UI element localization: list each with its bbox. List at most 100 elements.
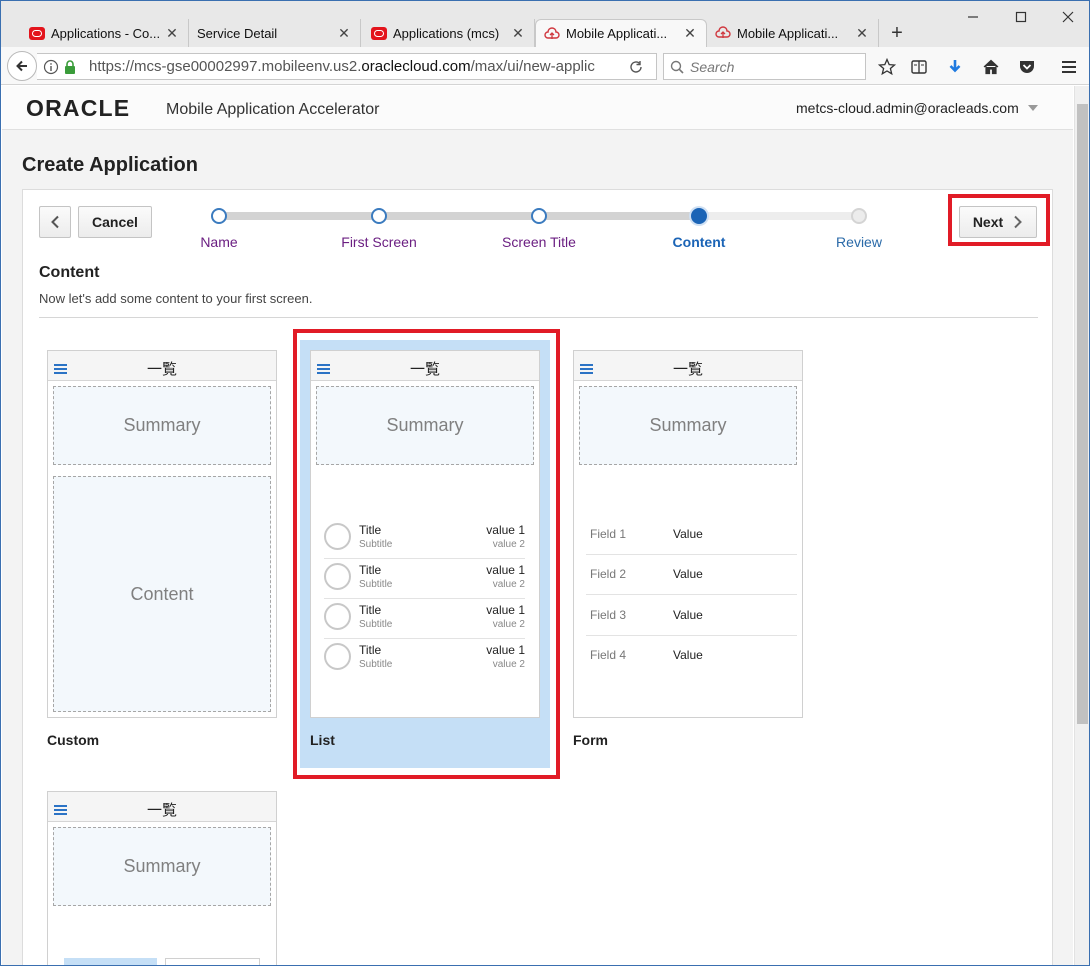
summary-placeholder: Summary <box>53 827 271 906</box>
home-icon[interactable] <box>981 57 1001 77</box>
oracle-favicon-icon <box>371 26 387 40</box>
step-content-label: Content <box>672 234 726 250</box>
lock-icon <box>65 60 75 74</box>
menu-icon[interactable] <box>1059 57 1079 77</box>
scrollbar-thumb[interactable] <box>1077 104 1088 724</box>
form-field-row: Field 2 Value <box>586 555 797 595</box>
avatar-icon <box>324 563 351 590</box>
cloud-favicon-icon <box>544 26 560 39</box>
close-tab-icon[interactable]: ✕ <box>682 25 698 42</box>
maximize-icon[interactable] <box>1009 7 1033 27</box>
close-tab-icon[interactable]: ✕ <box>336 25 352 42</box>
browser-tab-service-detail[interactable]: Service Detail ✕ <box>189 19 361 47</box>
summary-placeholder: Summary <box>53 386 271 465</box>
reading-list-icon[interactable] <box>909 57 929 77</box>
search-icon <box>670 60 684 74</box>
user-menu-caret-icon[interactable] <box>1028 105 1038 111</box>
step-name-dot[interactable] <box>211 208 227 224</box>
step-review-dot <box>851 208 867 224</box>
cancel-button[interactable]: Cancel <box>78 206 152 238</box>
content-placeholder: Content <box>53 476 271 712</box>
back-icon[interactable] <box>7 51 37 81</box>
browser-tab-mobile-app-active[interactable]: Mobile Applicati... ✕ <box>535 19 707 47</box>
progress-track-remaining <box>699 212 859 220</box>
tab-label: Mobile Applicati... <box>737 25 839 41</box>
step-name-label[interactable]: Name <box>159 234 279 250</box>
search-placeholder: Search <box>690 58 735 75</box>
tab-strip: Applications - Co... ✕ Service Detail ✕ … <box>1 1 1089 47</box>
step-content-dot <box>691 208 707 224</box>
url-text: https://mcs-gse00002997.mobileenv.us2.or… <box>89 58 595 75</box>
card-title: 一覧 <box>409 360 440 378</box>
download-icon[interactable] <box>945 57 965 77</box>
card-header: 一覧 <box>48 351 276 381</box>
list-item: Title Subtitle value 1 value 2 <box>324 519 525 559</box>
navigation-bar: https://mcs-gse00002997.mobileenv.us2.or… <box>1 47 1089 85</box>
card-title: 一覧 <box>146 801 177 819</box>
cloud-favicon-icon <box>715 26 731 38</box>
template-label-form[interactable]: Form <box>573 732 608 748</box>
svg-text:ORACLE: ORACLE <box>26 95 130 121</box>
summary-placeholder: Summary <box>579 386 797 465</box>
list-item: Title Subtitle value 1 value 2 <box>324 559 525 599</box>
pocket-icon[interactable] <box>1017 57 1037 77</box>
url-bar[interactable]: https://mcs-gse00002997.mobileenv.us2.or… <box>37 53 657 80</box>
card-header: 一覧 <box>48 792 276 822</box>
back-button[interactable] <box>39 206 71 238</box>
divider <box>39 317 1038 318</box>
minimize-icon[interactable] <box>961 7 985 27</box>
tab-label: Mobile Applicati... <box>566 26 668 41</box>
page-title: Create Application <box>22 154 198 176</box>
user-menu[interactable]: metcs-cloud.admin@oracleads.com <box>796 100 1019 116</box>
browser-tab-mobile-app[interactable]: Mobile Applicati... ✕ <box>707 19 879 47</box>
close-tab-icon[interactable]: ✕ <box>854 25 870 42</box>
section-title: Content <box>39 264 100 281</box>
template-card-form[interactable]: 一覧 Summary Field 1 Value Field 2 Value Fie… <box>573 350 803 718</box>
avatar-icon <box>324 643 351 670</box>
step-review-label: Review <box>836 234 882 250</box>
close-window-icon[interactable] <box>1056 7 1080 27</box>
card-title: 一覧 <box>146 360 177 378</box>
close-tab-icon[interactable]: ✕ <box>164 25 180 42</box>
search-input[interactable]: Search <box>663 53 866 80</box>
browser-tab-applications-mcs[interactable]: Applications (mcs) ✕ <box>363 19 535 47</box>
oracle-favicon-icon <box>29 26 45 40</box>
list-item: Title Subtitle value 1 value 2 <box>324 599 525 639</box>
card-title: 一覧 <box>672 360 703 378</box>
avatar-icon <box>324 523 351 550</box>
page-content: ORACLE Mobile Application Accelerator me… <box>2 86 1073 965</box>
step-screen-title-dot[interactable] <box>531 208 547 224</box>
info-icon[interactable] <box>43 59 59 75</box>
browser-tab-applications[interactable]: Applications - Co... ✕ <box>21 19 189 47</box>
page-scrollbar[interactable] <box>1074 86 1089 965</box>
close-tab-icon[interactable]: ✕ <box>510 25 526 42</box>
card-header: 一覧 <box>311 351 539 381</box>
chevron-left-icon <box>51 215 59 229</box>
template-card-list[interactable]: 一覧 Summary Title Subtitle value 1 value 2 … <box>310 350 540 718</box>
step-first-screen-label[interactable]: First Screen <box>319 234 439 250</box>
template-card-fourth[interactable]: 一覧 Summary <box>47 791 277 965</box>
card-header: 一覧 <box>574 351 802 381</box>
step-first-screen-dot[interactable] <box>371 208 387 224</box>
tab-label: Service Detail <box>197 25 278 41</box>
form-field-row: Field 4 Value <box>590 648 703 662</box>
form-field-row: Field 1 Value <box>586 515 797 555</box>
reload-icon[interactable] <box>629 60 643 74</box>
oracle-logo: ORACLE <box>26 95 130 121</box>
bookmark-star-icon[interactable] <box>877 57 897 77</box>
section-description: Now let's add some content to your first… <box>39 291 313 306</box>
next-button[interactable]: Next <box>959 206 1037 238</box>
tab-label: Applications (mcs) <box>393 25 500 41</box>
new-tab-icon[interactable]: + <box>885 22 909 44</box>
next-label: Next <box>972 214 1004 230</box>
template-card-custom[interactable]: 一覧 Summary Content <box>47 350 277 718</box>
form-field-row: Field 3 Value <box>586 596 797 636</box>
step-screen-title-label[interactable]: Screen Title <box>479 234 599 250</box>
template-label-custom[interactable]: Custom <box>47 732 99 748</box>
chart-preview-pie <box>165 958 260 965</box>
app-header: ORACLE Mobile Application Accelerator me… <box>2 86 1073 130</box>
wizard-panel: Cancel Name First Screen Screen Title Co… <box>22 189 1053 965</box>
browser-window: Applications - Co... ✕ Service Detail ✕ … <box>0 0 1090 966</box>
tab-label: Applications - Co... <box>51 25 161 41</box>
template-label-list[interactable]: List <box>310 732 335 748</box>
